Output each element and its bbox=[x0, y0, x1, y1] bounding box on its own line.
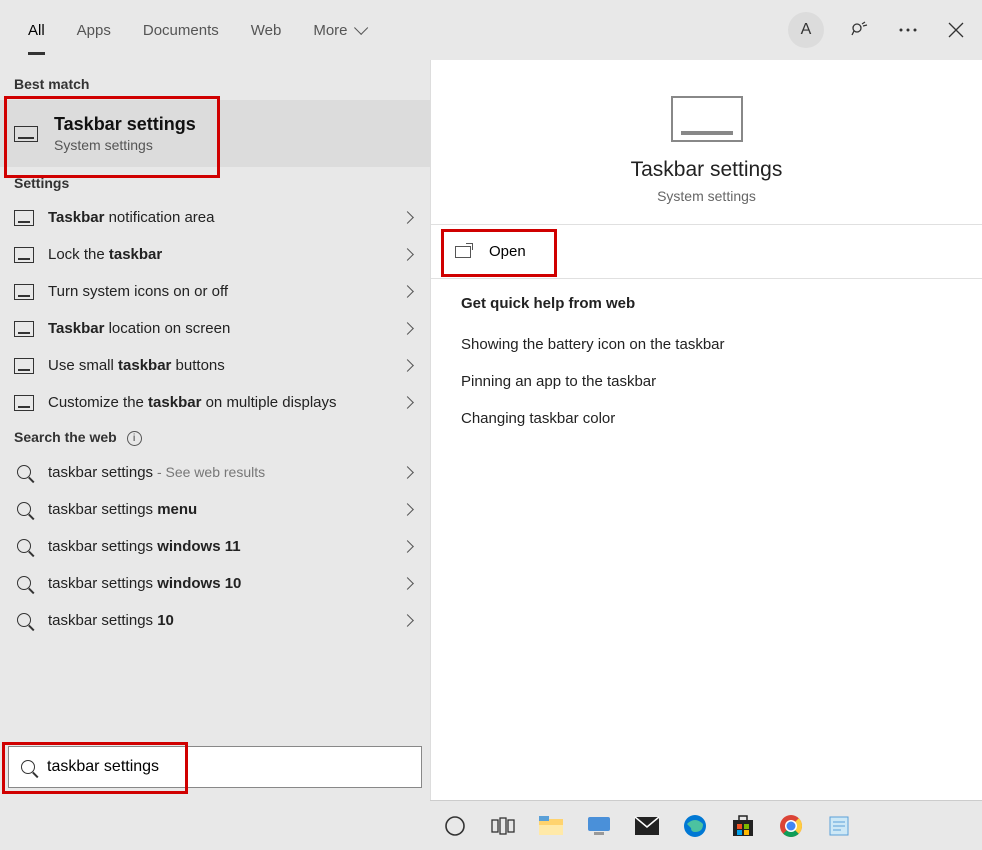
monitor-icon bbox=[14, 247, 34, 263]
feedback-icon[interactable] bbox=[848, 18, 872, 42]
search-icon bbox=[14, 465, 34, 479]
settings-result[interactable]: Taskbar notification area bbox=[0, 199, 430, 236]
chrome-icon[interactable] bbox=[776, 811, 806, 841]
chevron-right-icon bbox=[401, 396, 414, 409]
chevron-down-icon bbox=[354, 21, 368, 35]
settings-result[interactable]: Turn system icons on or off bbox=[0, 273, 430, 310]
search-header: All Apps Documents Web More A bbox=[0, 0, 982, 60]
chevron-right-icon bbox=[401, 577, 414, 590]
help-link[interactable]: Showing the battery icon on the taskbar bbox=[461, 326, 952, 363]
filter-tabs: All Apps Documents Web More bbox=[12, 8, 380, 53]
open-label: Open bbox=[489, 243, 526, 260]
detail-title: Taskbar settings bbox=[431, 158, 982, 182]
result-text: taskbar settings windows 11 bbox=[48, 538, 389, 555]
result-text: Customize the taskbar on multiple displa… bbox=[48, 394, 389, 411]
detail-header: Taskbar settings System settings bbox=[431, 60, 982, 224]
help-title: Get quick help from web bbox=[461, 295, 952, 312]
section-settings: Settings bbox=[0, 167, 430, 199]
mail-icon[interactable] bbox=[632, 811, 662, 841]
tab-documents[interactable]: Documents bbox=[127, 8, 235, 53]
chevron-right-icon bbox=[401, 248, 414, 261]
search-icon bbox=[14, 613, 34, 627]
result-text: taskbar settings windows 10 bbox=[48, 575, 389, 592]
task-view-icon[interactable] bbox=[488, 811, 518, 841]
chevron-right-icon bbox=[401, 285, 414, 298]
more-icon[interactable] bbox=[896, 18, 920, 42]
search-icon bbox=[14, 502, 34, 516]
web-result[interactable]: taskbar settings windows 11 bbox=[0, 528, 430, 565]
result-text: Use small taskbar buttons bbox=[48, 357, 389, 374]
chevron-right-icon bbox=[401, 359, 414, 372]
open-external-icon bbox=[455, 246, 471, 258]
monitor-icon bbox=[671, 96, 743, 142]
open-action[interactable]: Open bbox=[431, 225, 982, 278]
taskbar bbox=[430, 800, 982, 850]
help-link[interactable]: Changing taskbar color bbox=[461, 400, 952, 437]
section-best-match: Best match bbox=[0, 68, 430, 100]
tab-more[interactable]: More bbox=[297, 8, 379, 53]
close-icon[interactable] bbox=[944, 18, 968, 42]
file-explorer-icon[interactable] bbox=[536, 811, 566, 841]
chevron-right-icon bbox=[401, 540, 414, 553]
tab-apps[interactable]: Apps bbox=[61, 8, 127, 53]
web-result[interactable]: taskbar settings windows 10 bbox=[0, 565, 430, 602]
section-search-web-label: Search the web bbox=[14, 429, 117, 445]
search-icon bbox=[14, 539, 34, 553]
chevron-right-icon bbox=[401, 211, 414, 224]
search-input[interactable] bbox=[47, 758, 409, 776]
help-link[interactable]: Pinning an app to the taskbar bbox=[461, 363, 952, 400]
header-actions: A bbox=[788, 0, 968, 60]
result-text: Taskbar location on screen bbox=[48, 320, 389, 337]
settings-result[interactable]: Taskbar location on screen bbox=[0, 310, 430, 347]
monitor-icon bbox=[14, 321, 34, 337]
search-icon bbox=[21, 760, 35, 774]
device-icon[interactable] bbox=[584, 811, 614, 841]
avatar[interactable]: A bbox=[788, 12, 824, 48]
settings-result[interactable]: Use small taskbar buttons bbox=[0, 347, 430, 384]
best-match-title: Taskbar settings bbox=[54, 114, 196, 135]
main-area: Best match Taskbar settings System setti… bbox=[0, 60, 982, 800]
section-search-web: Search the web i bbox=[0, 421, 430, 454]
notepad-icon[interactable] bbox=[824, 811, 854, 841]
tab-web[interactable]: Web bbox=[235, 8, 298, 53]
chevron-right-icon bbox=[401, 614, 414, 627]
best-match-subtitle: System settings bbox=[54, 137, 196, 153]
result-text: taskbar settings menu bbox=[48, 501, 389, 518]
monitor-icon bbox=[14, 284, 34, 300]
info-icon[interactable]: i bbox=[127, 431, 142, 446]
result-text: taskbar settings 10 bbox=[48, 612, 389, 629]
settings-result[interactable]: Lock the taskbar bbox=[0, 236, 430, 273]
monitor-icon bbox=[14, 358, 34, 374]
chevron-right-icon bbox=[401, 503, 414, 516]
detail-subtitle: System settings bbox=[431, 188, 982, 204]
search-icon bbox=[14, 576, 34, 590]
result-text: Lock the taskbar bbox=[48, 246, 389, 263]
tab-all[interactable]: All bbox=[12, 8, 61, 53]
settings-result[interactable]: Customize the taskbar on multiple displa… bbox=[0, 384, 430, 421]
chevron-right-icon bbox=[401, 466, 414, 479]
store-icon[interactable] bbox=[728, 811, 758, 841]
tab-more-label: More bbox=[313, 22, 347, 39]
result-text: taskbar settings - See web results bbox=[48, 464, 389, 481]
web-result[interactable]: taskbar settings 10 bbox=[0, 602, 430, 639]
search-bar[interactable] bbox=[8, 746, 422, 788]
web-result[interactable]: taskbar settings - See web results bbox=[0, 454, 430, 491]
best-match-result[interactable]: Taskbar settings System settings bbox=[0, 100, 430, 167]
monitor-icon bbox=[14, 395, 34, 411]
help-section: Get quick help from web Showing the batt… bbox=[431, 279, 982, 453]
monitor-icon bbox=[14, 210, 34, 226]
result-text: Turn system icons on or off bbox=[48, 283, 389, 300]
chevron-right-icon bbox=[401, 322, 414, 335]
web-result[interactable]: taskbar settings menu bbox=[0, 491, 430, 528]
detail-panel: Taskbar settings System settings Open Ge… bbox=[430, 60, 982, 800]
results-panel: Best match Taskbar settings System setti… bbox=[0, 60, 430, 800]
monitor-icon bbox=[14, 126, 38, 142]
cortana-icon[interactable] bbox=[440, 811, 470, 841]
result-text: Taskbar notification area bbox=[48, 209, 389, 226]
edge-icon[interactable] bbox=[680, 811, 710, 841]
